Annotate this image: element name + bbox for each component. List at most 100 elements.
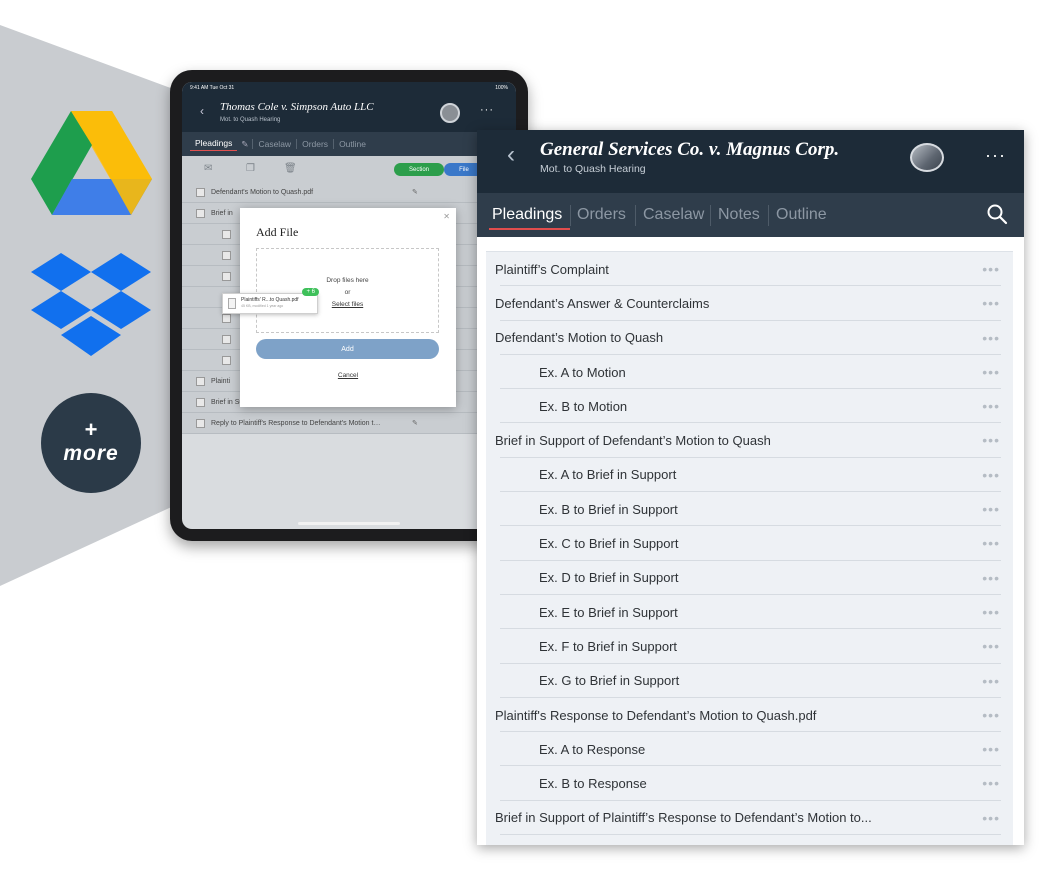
checkbox[interactable] <box>222 355 231 365</box>
row-menu-icon[interactable]: ••• <box>982 261 1000 277</box>
checkbox[interactable] <box>222 313 231 323</box>
checkbox[interactable] <box>222 334 231 344</box>
list-item[interactable]: Ex. A to Motion ••• <box>486 355 1013 390</box>
checkbox[interactable] <box>196 397 205 407</box>
list-item[interactable]: Ex. B to Motion ••• <box>486 389 1013 424</box>
list-item[interactable]: Ex. B to Response ••• <box>486 766 1013 802</box>
row-menu-icon[interactable]: ••• <box>982 364 1000 380</box>
ipad-tab-outline[interactable]: Outline <box>333 139 371 149</box>
avatar[interactable] <box>440 103 460 123</box>
list-item-label: Ex. C to Brief in Support <box>539 536 679 552</box>
row-menu-icon[interactable]: ••• <box>982 330 1000 346</box>
pencil-icon[interactable]: ✎ <box>412 419 418 427</box>
row-menu-icon[interactable]: ••• <box>982 467 1000 483</box>
checkbox[interactable] <box>196 376 205 386</box>
list-item-label: Ex. E to Brief in Support <box>539 604 678 620</box>
list-item[interactable]: Ex. B to Brief in Support ••• <box>486 492 1013 527</box>
list-item[interactable]: Ex. G to Brief in Support ••• <box>486 664 1013 699</box>
pencil-icon[interactable]: ✎ <box>237 139 252 150</box>
tab-pleadings[interactable]: Pleadings <box>492 206 562 224</box>
row-menu-icon[interactable]: ••• <box>982 741 1000 757</box>
checkbox[interactable] <box>222 271 231 281</box>
row-menu-icon[interactable]: ••• <box>982 673 1000 689</box>
trash-icon[interactable]: 🗑 <box>284 163 297 174</box>
more-options-icon[interactable]: ··· <box>985 145 1006 166</box>
add-section-button[interactable]: Section <box>394 163 444 176</box>
row-menu-icon[interactable]: ••• <box>982 604 1000 620</box>
row-menu-icon[interactable]: ••• <box>982 535 1000 551</box>
close-icon[interactable]: ✕ <box>443 212 450 221</box>
row-menu-icon[interactable]: ••• <box>982 638 1000 654</box>
more-services-button[interactable]: + more <box>41 393 141 493</box>
tab-orders[interactable]: Orders <box>577 206 626 224</box>
case-subtitle: Mot. to Quash Hearing <box>540 163 646 175</box>
list-item[interactable]: Ex. D to Brief in Support ••• <box>486 561 1013 596</box>
row-menu-icon[interactable]: ••• <box>982 775 1000 791</box>
row-menu-icon[interactable]: ••• <box>982 398 1000 414</box>
file-drop-zone[interactable]: Drop files here or Select files <box>256 248 439 333</box>
list-item-label: Ex. D to Brief in Support <box>539 570 679 586</box>
row-menu-icon[interactable]: ••• <box>982 501 1000 517</box>
ipad-list-item-label: Defendant's Motion to Quash.pdf <box>211 188 314 196</box>
list-item[interactable]: Defendant’s Answer & Counterclaims ••• <box>486 286 1013 321</box>
list-item-label: Brief in Support of Plaintiff’s Response… <box>495 810 872 826</box>
dragged-file-card[interactable]: Plaintiffs' R...to Quash.pdf 45 KB, modi… <box>222 288 319 314</box>
dropbox-icon[interactable] <box>31 253 151 356</box>
mail-icon[interactable]: ✉ <box>204 163 212 174</box>
file-count-badge: + 6 <box>302 288 319 296</box>
row-menu-icon[interactable]: ••• <box>982 432 1000 448</box>
list-item[interactable]: Ex. A to Response ••• <box>486 732 1013 767</box>
search-icon[interactable] <box>986 203 1008 225</box>
ipad-tab-pleadings[interactable]: Pleadings <box>190 138 238 151</box>
checkbox[interactable] <box>222 229 231 239</box>
ipad-list-item[interactable]: Defendant's Motion to Quash.pdf✎☰ <box>182 182 516 203</box>
cancel-link[interactable]: Cancel <box>240 372 456 379</box>
checkbox[interactable] <box>196 208 205 218</box>
ipad-screen: 9:41 AM Tue Oct 31 100% ‹ Thomas Cole v.… <box>182 82 516 529</box>
ipad-status-bar: 9:41 AM Tue Oct 31 100% <box>182 82 516 96</box>
add-button[interactable]: Add <box>256 339 439 359</box>
back-chevron-icon[interactable]: ‹ <box>507 141 515 169</box>
row-menu-icon[interactable]: ••• <box>982 810 1000 826</box>
list-item-label: Defendant’s Motion to Quash <box>495 330 664 346</box>
ipad-list-item-label: Brief in <box>211 209 233 217</box>
copy-icon[interactable]: ❐ <box>246 163 255 174</box>
tab-divider <box>635 205 636 226</box>
list-item-label: Ex. F to Brief in Support <box>539 638 678 654</box>
list-item-label: Ex. A to Response <box>539 741 646 757</box>
list-item[interactable]: Brief in Support of Plaintiff’s Response… <box>486 801 1013 836</box>
ipad-tab-orders[interactable]: Orders <box>296 139 333 149</box>
list-item[interactable]: Plaintiff's Response to Defendant’s Moti… <box>486 698 1013 733</box>
list-item[interactable]: Ex. E to Brief in Support ••• <box>486 595 1013 630</box>
list-item[interactable]: Ex. A to Brief in Support ••• <box>486 458 1013 493</box>
case-title: General Services Co. v. Magnus Corp. <box>540 139 840 160</box>
row-menu-icon[interactable]: ••• <box>982 707 1000 723</box>
list-item-label: Defendant’s Answer & Counterclaims <box>495 295 710 311</box>
select-files-link[interactable]: Select files <box>332 301 363 308</box>
tab-notes[interactable]: Notes <box>718 206 760 224</box>
row-menu-icon[interactable]: ••• <box>982 570 1000 586</box>
avatar[interactable] <box>910 143 944 172</box>
list-item[interactable]: Plaintiff’s Complaint ••• <box>486 252 1013 287</box>
status-time: 9:41 AM Tue Oct 31 <box>190 85 235 91</box>
dragged-file-meta: 45 KB, modified 1 year ago <box>241 304 284 308</box>
more-options-icon[interactable]: ··· <box>480 104 494 116</box>
list-item[interactable]: Defendant’s Motion to Quash ••• <box>486 321 1013 356</box>
more-label: more <box>63 442 119 465</box>
tab-outline[interactable]: Outline <box>776 206 827 224</box>
row-menu-icon[interactable]: ••• <box>982 295 1000 311</box>
list-item[interactable]: Ex. C to Brief in Support ••• <box>486 526 1013 561</box>
back-chevron-icon[interactable]: ‹ <box>200 104 204 118</box>
list-item-label: Plaintiff’s Complaint <box>495 261 609 277</box>
list-item-label: Ex. A to Brief in Support <box>539 467 677 483</box>
checkbox[interactable] <box>196 418 205 428</box>
checkbox[interactable] <box>196 187 205 197</box>
ipad-tab-caselaw[interactable]: Caselaw <box>252 139 296 149</box>
google-drive-icon[interactable] <box>31 111 152 215</box>
tab-caselaw[interactable]: Caselaw <box>643 206 704 224</box>
pencil-icon[interactable]: ✎ <box>412 188 418 196</box>
ipad-list-item[interactable]: Reply to Plaintiff's Response to Defenda… <box>182 413 516 434</box>
list-item[interactable]: Ex. F to Brief in Support ••• <box>486 629 1013 664</box>
checkbox[interactable] <box>222 250 231 260</box>
list-item[interactable]: Brief in Support of Defendant’s Motion t… <box>486 423 1013 459</box>
